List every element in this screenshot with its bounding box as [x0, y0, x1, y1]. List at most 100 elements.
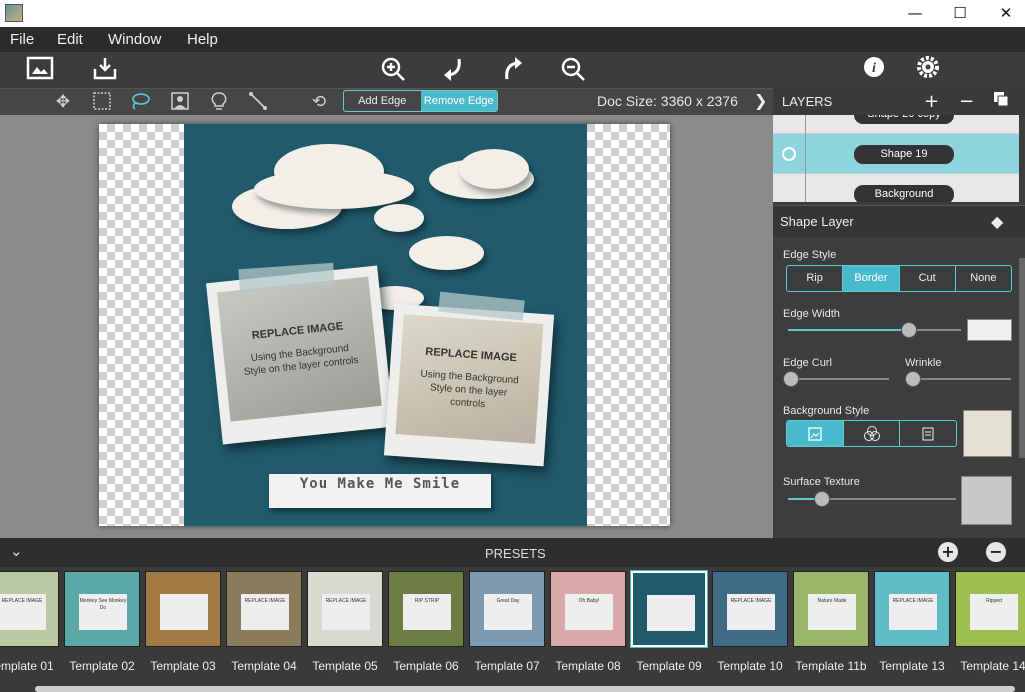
caption-banner[interactable]: You Make Me Smile [269, 474, 491, 508]
add-preset-icon[interactable]: + [938, 542, 958, 562]
eraser-icon[interactable]: ◆ [991, 212, 1003, 231]
menu-edit[interactable]: Edit [57, 31, 83, 48]
preset-thumbnail-text [160, 594, 208, 630]
preset-label[interactable]: Template 03 [142, 659, 224, 673]
zoom-out-icon[interactable] [558, 55, 588, 85]
wrinkle-label: Wrinkle [905, 357, 942, 369]
shape-layer-title: Shape Layer [780, 214, 854, 229]
wrinkle-slider[interactable] [905, 371, 1011, 387]
edge-style-label: Edge Style [783, 249, 837, 261]
right-panel: LAYERS + − Shape 20 copy Shape 19 Backgr… [773, 88, 1025, 538]
image-icon[interactable] [25, 55, 55, 85]
edge-curl-slider[interactable] [783, 371, 889, 387]
preset-label[interactable]: Template 01 [0, 659, 62, 673]
rotate-icon[interactable]: ⟲ [307, 91, 331, 113]
preset-thumbnail[interactable]: REPLACE IMAGE [0, 571, 59, 647]
layer-name: Shape 19 [854, 145, 954, 164]
menu-file[interactable]: File [10, 31, 34, 48]
move-icon[interactable]: ✥ [51, 91, 75, 113]
minimize-button[interactable]: — [892, 0, 938, 27]
panel-scrollbar[interactable] [1019, 258, 1025, 458]
layer-row-selected[interactable]: Shape 19 [773, 134, 1019, 174]
add-edge-button[interactable]: Add Edge [344, 91, 421, 111]
background-style-label: Background Style [783, 405, 870, 417]
settings-icon[interactable] [913, 55, 943, 85]
preset-thumbnail[interactable]: REPLACE IMAGE [874, 571, 950, 647]
preset-thumbnail[interactable]: REPLACE IMAGE [712, 571, 788, 647]
bg-style-image-icon[interactable] [787, 421, 843, 446]
preset-thumbnail[interactable]: Monkey See Monkey Do [64, 571, 140, 647]
edge-style-none[interactable]: None [954, 266, 1011, 291]
presets-scrollbar[interactable] [35, 686, 1015, 692]
layer-visibility-icon[interactable] [782, 147, 796, 161]
slider-knob[interactable] [901, 322, 918, 338]
layer-row[interactable]: Background [773, 174, 1019, 202]
preset-thumbnail[interactable]: REPLACE IMAGE [226, 571, 302, 647]
chevron-right-icon[interactable]: ❯ [754, 91, 767, 110]
preset-thumbnail[interactable]: Ripped [955, 571, 1025, 647]
cloud-shape [374, 204, 424, 232]
maximize-button[interactable]: ☐ [937, 0, 983, 27]
preset-thumbnail[interactable] [145, 571, 221, 647]
preset-label[interactable]: Template 02 [61, 659, 143, 673]
add-layer-icon[interactable]: + [924, 91, 939, 112]
slider-knob[interactable] [905, 371, 921, 387]
info-icon[interactable]: i [859, 55, 889, 85]
preset-label[interactable]: Template 05 [304, 659, 386, 673]
preset-thumbnail[interactable]: REPLACE IMAGE [307, 571, 383, 647]
menu-help[interactable]: Help [187, 31, 218, 48]
preset-label[interactable]: Template 08 [547, 659, 629, 673]
surface-texture-slider[interactable] [788, 491, 956, 507]
preset-label[interactable]: Template 09 [628, 659, 710, 673]
line-icon[interactable] [246, 91, 270, 113]
remove-edge-button[interactable]: Remove Edge [420, 91, 497, 111]
zoom-in-icon[interactable] [378, 55, 408, 85]
layer-divider [805, 115, 806, 134]
edge-style-border[interactable]: Border [842, 266, 899, 291]
edge-style-rip[interactable]: Rip [787, 266, 842, 291]
layer-divider [805, 174, 806, 202]
presets-bar: ⌄ PRESETS + − [0, 538, 1025, 567]
menu-window[interactable]: Window [108, 31, 161, 48]
preset-label[interactable]: Template 11b [790, 659, 872, 673]
preset-thumbnail[interactable]: Nature Made [793, 571, 869, 647]
close-button[interactable]: ✕ [983, 0, 1025, 27]
menu-bar: File Edit Window Help [0, 27, 1025, 52]
edge-style-cut[interactable]: Cut [898, 266, 955, 291]
preset-label[interactable]: Template 10 [709, 659, 791, 673]
photo-frame-2[interactable]: REPLACE IMAGE Using the Background Style… [383, 303, 555, 467]
document-background: REPLACE IMAGE Using the Background Style… [184, 124, 587, 526]
lasso-icon[interactable] [128, 91, 152, 113]
duplicate-layer-icon[interactable] [993, 91, 1009, 112]
surface-texture-preview[interactable] [961, 476, 1012, 525]
edge-width-slider[interactable] [788, 322, 961, 338]
preset-thumbnail[interactable]: Great Day [469, 571, 545, 647]
preset-thumbnail[interactable]: RIP STRIP [388, 571, 464, 647]
marquee-icon[interactable] [90, 91, 114, 113]
edge-color-swatch[interactable] [967, 319, 1012, 341]
portrait-select-icon[interactable] [168, 91, 192, 113]
undo-icon[interactable] [438, 55, 468, 85]
slider-knob[interactable] [813, 491, 830, 507]
background-style-preview[interactable] [963, 410, 1012, 457]
layer-row[interactable]: Shape 20 copy [773, 115, 1019, 134]
preset-thumbnail[interactable] [631, 571, 707, 647]
preset-label[interactable]: Template 13 [871, 659, 953, 673]
preset-label[interactable]: Template 06 [385, 659, 467, 673]
document-canvas[interactable]: REPLACE IMAGE Using the Background Style… [99, 124, 670, 526]
preset-label[interactable]: Template 14 [952, 659, 1025, 673]
chevron-down-icon[interactable]: ⌄ [10, 542, 23, 560]
redo-icon[interactable] [498, 55, 528, 85]
edge-curl-label: Edge Curl [783, 357, 832, 369]
photo-frame-1[interactable]: REPLACE IMAGE Using the Background Style… [206, 265, 394, 445]
slider-knob[interactable] [783, 371, 799, 387]
bg-style-paper-icon[interactable] [899, 421, 956, 446]
bg-style-blend-icon[interactable] [842, 421, 900, 446]
preset-label[interactable]: Template 04 [223, 659, 305, 673]
remove-layer-icon[interactable]: − [959, 91, 974, 112]
download-tray-icon[interactable] [90, 55, 120, 85]
preset-label[interactable]: Template 07 [466, 659, 548, 673]
lightbulb-icon[interactable] [207, 91, 231, 113]
preset-thumbnail[interactable]: Oh Baby! [550, 571, 626, 647]
remove-preset-icon[interactable]: − [986, 542, 1006, 562]
